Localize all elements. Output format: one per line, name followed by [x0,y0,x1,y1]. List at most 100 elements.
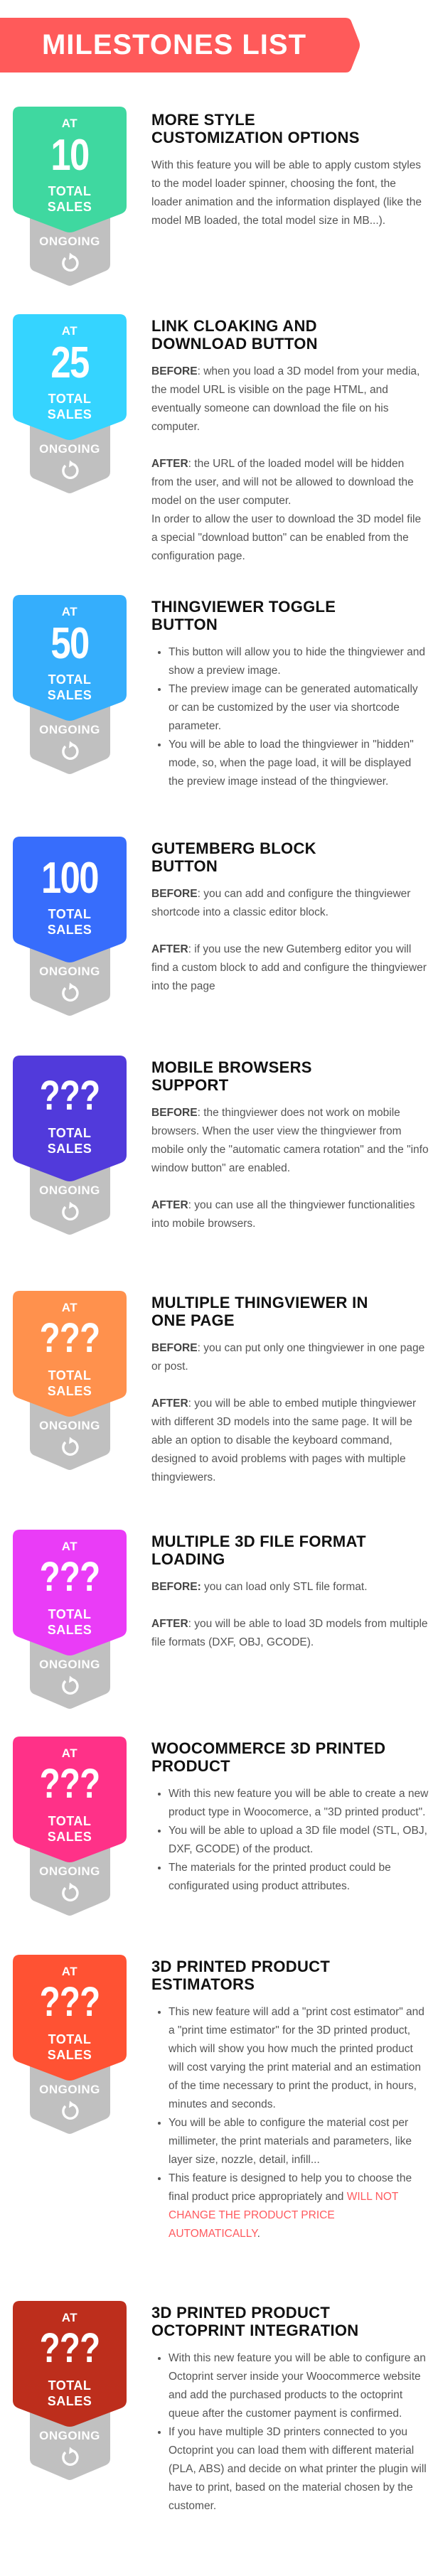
badge-at-label: AT [61,117,78,130]
milestone-title: MOBILE BROWSERS SUPPORT [151,1058,312,1094]
after-text: AFTER: you can use all the thingviewer f… [151,1199,415,1230]
before-text: BEFORE: when you load a 3D model from yo… [151,365,420,433]
badge-total-sales-label: TOTAL SALES [47,184,92,214]
badge-status-label: ONGOING [39,1658,100,1671]
milestone-title: WOOCOMMERCE 3D PRINTED PRODUCT [151,1739,386,1775]
feature-bullet-list: With this new feature you will be able t… [151,1785,429,1896]
badge-total-sales-label: TOTAL SALES [47,1368,92,1398]
after-text: AFTER: you will be able to embed mutiple… [151,1397,417,1483]
milestone-content: LINK CLOAKING AND DOWNLOAD BUTTON BEFORE: … [151,317,429,566]
badge-at-label: AT [61,1746,78,1760]
badge-sales-target: 25 [50,338,90,387]
before-text: BEFORE: you can load only STL file forma… [151,1581,368,1593]
badge-status-label: ONGOING [39,1184,100,1197]
badge-sales-target: 50 [50,619,90,668]
badge-status-label: ONGOING [39,1864,100,1878]
badge-status-label: ONGOING [39,965,100,978]
milestone-badge: AT??? TOTAL SALES ONGOING [13,2301,127,2480]
badge-status-label: ONGOING [39,2429,100,2442]
milestone-content: MULTIPLE 3D FILE FORMAT LOADING BEFORE: yo… [151,1533,429,1652]
badge-at-label: AT [61,1540,78,1553]
milestone-content: MORE STYLE CUSTOMIZATION OPTIONS With this… [151,111,429,230]
badge-sales-target: 100 [41,854,100,903]
after-text: AFTER: the URL of the loaded model will … [151,458,422,562]
before-label: BEFORE [151,888,198,900]
milestone-badge: 100 TOTAL SALES ONGOING [13,837,127,1016]
milestone-badge: AT 10 TOTAL SALES ONGOING [13,107,127,286]
after-label: AFTER [151,1199,188,1211]
feature-bullet: If you have multiple 3D printers connect… [169,2423,429,2516]
badge-status-label: ONGOING [39,1419,100,1432]
feature-bullet: You will be able to configure the materi… [169,2114,429,2169]
badge-sales-target: ??? [39,2325,101,2371]
feature-bullet: This new feature will add a "print cost … [169,2003,429,2114]
milestone-content: 3D PRINTED PRODUCTOCTOPRINT INTEGRATION W… [151,2304,429,2516]
refresh-icon [62,1882,79,1901]
feature-bullet-list: With this new feature you will be able t… [151,2349,429,2516]
before-label: BEFORE: [151,1581,201,1593]
milestone-badge: AT??? TOTAL SALES ONGOING [13,1291,127,1470]
before-label: BEFORE [151,365,198,377]
badge-total-sales-label: TOTAL SALES [47,1814,92,1844]
before-label: BEFORE [151,1342,198,1354]
badge-status-label: ONGOING [39,235,100,248]
before-label: BEFORE [151,1107,198,1119]
badge-sales-target: ??? [39,1554,101,1600]
milestone-badge: AT??? TOTAL SALES ONGOING [13,1530,127,1709]
milestone-title: LINK CLOAKING AND DOWNLOAD BUTTON [151,317,318,353]
refresh-icon [62,2100,79,2120]
badge-total-sales-label: TOTAL SALES [47,2378,92,2408]
badge-total-sales-label: TOTAL SALES [47,1126,92,1156]
feature-bullet: The preview image can be generated autom… [169,680,429,736]
after-text: AFTER: if you use the new Gutemberg edit… [151,943,427,992]
milestones-banner: MILESTONES LIST [0,18,360,73]
badge-sales-target: 10 [50,131,90,180]
milestone-badge: AT??? TOTAL SALES ONGOING [13,1737,127,1916]
milestone-content: 3D PRINTED PRODUCTESTIMATORS This new fea… [151,1958,429,2243]
feature-bullet: This button will allow you to hide the t… [169,643,429,680]
badge-sales-target: ??? [39,1979,101,2025]
page-title: MILESTONES LIST [41,29,307,60]
milestone-content: THINGVIEWER TOGGLEBUTTON This button will… [151,598,429,791]
badge-sales-target: ??? [39,1315,101,1361]
refresh-icon [62,741,79,760]
refresh-icon [62,460,79,479]
milestone-content: MULTIPLE THINGVIEWER IN ONE PAGE BEFORE: y… [151,1294,429,1487]
after-label: AFTER [151,1618,188,1630]
refresh-icon [62,2447,79,2466]
badge-total-sales-label: TOTAL SALES [47,392,92,422]
feature-bullet: This feature is designed to help you to … [169,2169,429,2243]
refresh-icon [62,252,79,272]
badge-sales-target: ??? [39,1073,101,1119]
feature-bullet: With this new feature you will be able t… [169,1785,429,1822]
before-text: BEFORE: you can add and configure the th… [151,888,411,918]
badge-at-label: AT [61,605,78,618]
milestone-content: MOBILE BROWSERS SUPPORT BEFORE: the thingv… [151,1058,429,1233]
badge-at-label: AT [61,324,78,338]
feature-bullet-list: This button will allow you to hide the t… [151,643,429,791]
badge-total-sales-label: TOTAL SALES [47,907,92,937]
refresh-icon [62,1675,79,1695]
feature-bullet: With this new feature you will be able t… [169,2349,429,2423]
badge-sales-target: ??? [39,1761,101,1807]
milestone-badge: ??? TOTAL SALES ONGOING [13,1056,127,1235]
refresh-icon [62,1437,79,1456]
after-text: AFTER: you will be able to load 3D model… [151,1618,428,1648]
refresh-icon [62,982,79,1002]
milestone-title: GUTEMBERG BLOCK BUTTON [151,839,316,875]
badge-status-label: ONGOING [39,2083,100,2096]
badge-total-sales-label: TOTAL SALES [47,1607,92,1637]
badge-at-label: AT [61,1965,78,1978]
milestone-title: MORE STYLE CUSTOMIZATION OPTIONS [151,111,360,146]
before-text: BEFORE: you can put only one thingviewer… [151,1342,425,1373]
feature-bullet-list: This new feature will add a "print cost … [151,2003,429,2243]
milestone-title: 3D PRINTED PRODUCT OCTOPRINT INTEGRATION [151,2304,359,2339]
feature-bullet: You will be able to upload a 3D file mod… [169,1822,429,1859]
badge-status-label: ONGOING [39,723,100,736]
badge-at-label: AT [61,1301,78,1314]
after-label: AFTER [151,1397,188,1410]
before-text: BEFORE: the thingviewer does not work on… [151,1107,429,1174]
feature-bullet: The materials for the printed product co… [169,1859,429,1896]
milestone-content: GUTEMBERG BLOCK BUTTON BEFORE: you can add… [151,839,429,996]
after-label: AFTER [151,943,188,955]
